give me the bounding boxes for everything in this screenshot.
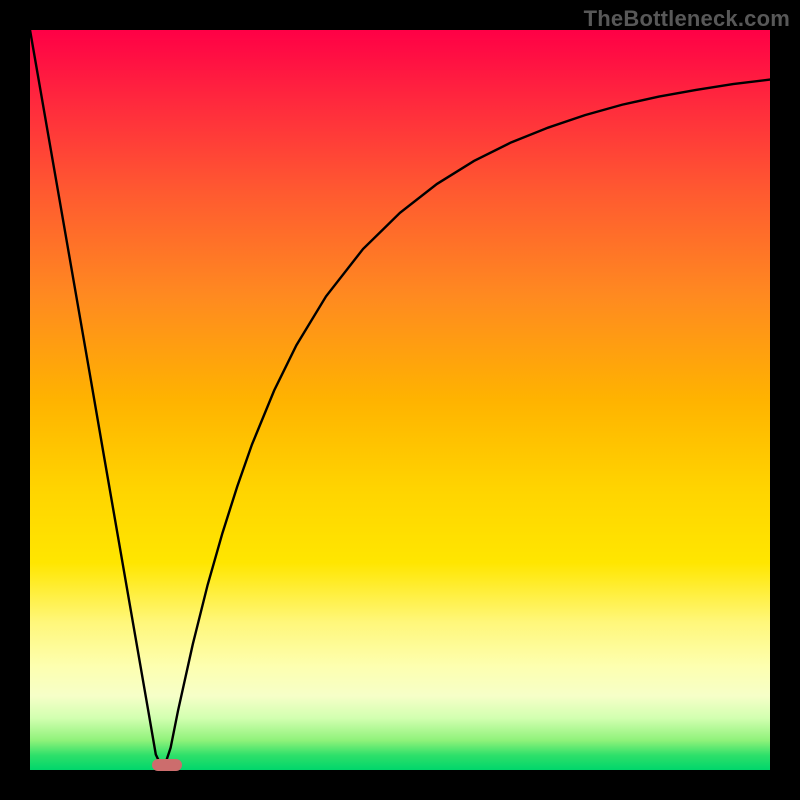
optimal-range-marker	[152, 759, 182, 771]
bottleneck-curve	[30, 30, 770, 770]
watermark-text: TheBottleneck.com	[584, 6, 790, 32]
curve-path	[30, 30, 770, 770]
plot-area	[30, 30, 770, 770]
chart-frame: TheBottleneck.com	[0, 0, 800, 800]
